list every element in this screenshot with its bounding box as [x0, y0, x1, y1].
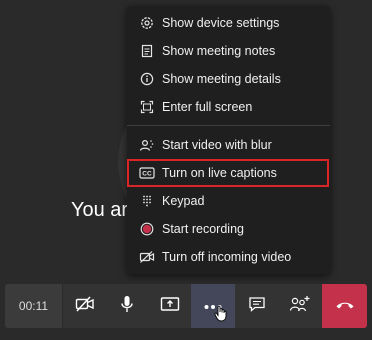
hang-up-button[interactable] — [322, 284, 367, 328]
chat-button[interactable] — [235, 284, 279, 328]
menu-item-label: Show meeting notes — [162, 44, 276, 58]
menu-item-start-recording[interactable]: Start recording — [127, 215, 330, 243]
menu-item-label: Show device settings — [162, 16, 280, 30]
more-actions-button[interactable] — [191, 284, 235, 328]
menu-item-video-blur[interactable]: Start video with blur — [127, 131, 330, 159]
notes-icon — [139, 43, 155, 59]
blur-video-icon — [139, 137, 155, 153]
camera-off-icon — [75, 295, 95, 317]
menu-item-label: Enter full screen — [162, 100, 253, 114]
add-people-icon — [289, 295, 311, 318]
menu-item-keypad[interactable]: Keypad — [127, 187, 330, 215]
camera-toggle-button[interactable] — [63, 284, 107, 328]
video-off-icon — [139, 249, 155, 265]
microphone-button[interactable] — [105, 284, 149, 328]
highlight-box — [127, 159, 329, 187]
hand-cursor-icon — [213, 304, 229, 327]
more-actions-menu: Show device settings Show meeting notes … — [127, 6, 330, 274]
record-icon — [139, 221, 155, 237]
menu-item-meeting-details[interactable]: Show meeting details — [127, 65, 330, 93]
menu-item-incoming-video-off[interactable]: Turn off incoming video — [127, 243, 330, 271]
chat-icon — [248, 296, 266, 317]
share-screen-icon — [160, 296, 180, 317]
microphone-icon — [120, 295, 134, 318]
share-screen-button[interactable] — [148, 284, 192, 328]
menu-separator — [127, 125, 330, 126]
status-text: You ar — [71, 199, 129, 221]
call-timer: 00:11 — [5, 284, 62, 328]
gear-icon — [139, 15, 155, 31]
menu-item-device-settings[interactable]: Show device settings — [127, 9, 330, 37]
menu-item-label: Start recording — [162, 222, 244, 236]
phone-hangup-icon — [335, 297, 355, 315]
menu-item-label: Start video with blur — [162, 138, 272, 152]
menu-item-label: Keypad — [162, 194, 205, 208]
menu-item-label: Turn off incoming video — [162, 250, 292, 264]
menu-item-label: Show meeting details — [162, 72, 281, 86]
info-icon — [139, 71, 155, 87]
keypad-icon — [139, 193, 155, 209]
call-toolbar: 00:11 — [5, 284, 367, 328]
menu-item-full-screen[interactable]: Enter full screen — [127, 93, 330, 121]
participants-button[interactable] — [278, 284, 322, 328]
menu-item-meeting-notes[interactable]: Show meeting notes — [127, 37, 330, 65]
fullscreen-icon — [139, 99, 155, 115]
